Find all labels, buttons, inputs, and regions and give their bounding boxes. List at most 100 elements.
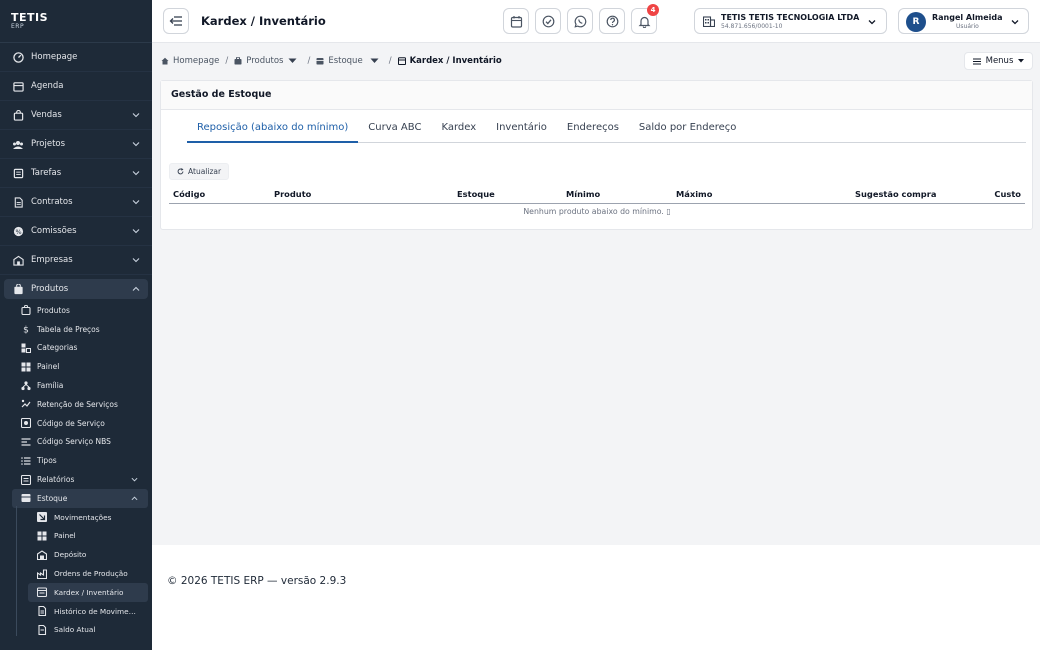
- sidebar-estoque-label: Kardex / Inventário: [54, 587, 124, 597]
- sidebar-item-label: Homepage: [31, 52, 78, 62]
- whatsapp-button[interactable]: [567, 8, 593, 34]
- card-title: Gestão de Estoque: [161, 81, 1032, 110]
- sidebar-subitem-painel[interactable]: Painel: [0, 357, 152, 376]
- sidebar-subitem-relatorios[interactable]: Relatórios: [0, 470, 152, 489]
- tab-inventario[interactable]: Inventário: [486, 119, 557, 143]
- sidebar-subitem-label: Estoque: [37, 493, 68, 503]
- svg-text:$: $: [23, 326, 29, 335]
- sidebar-subitem-familia[interactable]: Família: [0, 376, 152, 395]
- sidebar-subitem-estoque[interactable]: Estoque: [12, 488, 148, 508]
- chevron-down-icon: [132, 171, 140, 176]
- column-header-minimo[interactable]: Mínimo: [566, 189, 600, 199]
- warehouse-icon: [20, 493, 31, 504]
- sidebar-item-label: Projetos: [31, 139, 66, 149]
- breadcrumb-label: Kardex / Inventário: [409, 56, 502, 66]
- refresh-icon: [177, 168, 184, 175]
- chevron-down-icon: [131, 478, 138, 482]
- brand-logo[interactable]: TETIS ERP: [0, 0, 152, 43]
- sidebar-subitem-tabela-precos[interactable]: $ Tabela de Preços: [0, 320, 152, 339]
- toggle-sidebar-button[interactable]: [163, 8, 189, 34]
- sidebar-subitem-label: Código Serviço NBS: [37, 437, 111, 447]
- refresh-button[interactable]: Atualizar: [169, 163, 230, 180]
- company-name: TETIS TETIS TECNOLOGIA LTDA: [721, 13, 860, 22]
- breadcrumb-home[interactable]: Homepage: [161, 56, 219, 66]
- commission-icon: %: [12, 225, 24, 237]
- sidebar-subitem-label: Painel: [37, 362, 60, 372]
- sidebar-item-homepage[interactable]: Homepage: [0, 43, 152, 72]
- tab-curva-abc[interactable]: Curva ABC: [358, 119, 431, 143]
- sidebar-item-comissoes[interactable]: % Comissões: [0, 217, 152, 246]
- column-header-custo[interactable]: Custo: [994, 189, 1021, 199]
- sidebar-item-tarefas[interactable]: Tarefas: [0, 159, 152, 188]
- check-circle-icon: [542, 15, 554, 27]
- notifications-button[interactable]: 4: [631, 4, 659, 34]
- sidebar-estoque-label: Painel: [54, 531, 76, 541]
- sidebar-estoque-ordens-producao[interactable]: Ordens de Produção: [0, 564, 152, 583]
- sidebar-estoque-deposito[interactable]: Depósito: [0, 545, 152, 564]
- sidebar-estoque-painel[interactable]: Painel: [0, 527, 152, 546]
- sidebar-item-empresas[interactable]: Empresas: [0, 246, 152, 275]
- breadcrumb-label: Produtos: [246, 56, 284, 66]
- tab-enderecos[interactable]: Endereços: [557, 119, 629, 143]
- package-icon: [20, 305, 31, 316]
- sidebar-item-vendas[interactable]: Vendas: [0, 101, 152, 130]
- sidebar-estoque-saldo-atual[interactable]: Saldo Atual: [0, 621, 152, 640]
- breadcrumb-label: Estoque: [328, 56, 363, 66]
- column-header-estoque[interactable]: Estoque: [457, 189, 495, 199]
- column-header-maximo[interactable]: Máximo: [676, 189, 712, 199]
- help-button[interactable]: [599, 8, 625, 34]
- sidebar-estoque-movimentacoes[interactable]: Movimentações: [0, 508, 152, 527]
- breadcrumb-estoque[interactable]: Estoque: [316, 56, 379, 66]
- sidebar-subitem-label: Tipos: [37, 456, 57, 466]
- sidebar-subitem-categorias[interactable]: Categorias: [0, 339, 152, 358]
- breadcrumb-label: Homepage: [173, 56, 220, 66]
- chevron-up-icon: [132, 286, 140, 291]
- breadcrumb-produtos[interactable]: Produtos: [234, 56, 297, 66]
- tasks-button[interactable]: [535, 8, 561, 34]
- tab-kardex[interactable]: Kardex: [431, 119, 486, 143]
- gauge-icon: [12, 51, 24, 63]
- tab-saldo-endereco[interactable]: Saldo por Endereço: [629, 119, 746, 143]
- footer: © 2026 TETIS ERP — versão 2.9.3: [152, 545, 1040, 650]
- dashboard-icon: [20, 361, 31, 372]
- moon-icon: [672, 16, 678, 26]
- balance-icon: [37, 624, 47, 635]
- breadcrumb-separator: /: [225, 56, 229, 66]
- sidebar-item-contratos[interactable]: Contratos: [0, 188, 152, 217]
- column-header-codigo[interactable]: Código: [173, 189, 205, 199]
- chevron-up-icon: [131, 496, 138, 501]
- sidebar-item-projetos[interactable]: Projetos: [0, 130, 152, 159]
- user-menu[interactable]: R Rangel Almeida Usuário: [898, 8, 1029, 34]
- sidebar-item-produtos[interactable]: Produtos: [4, 279, 148, 299]
- notification-count-badge: 4: [647, 4, 659, 16]
- sidebar-item-agenda[interactable]: Agenda: [0, 72, 152, 101]
- tasks-icon: [12, 167, 24, 179]
- sidebar-subitem-codigo-nbs[interactable]: Código Serviço NBS: [0, 433, 152, 452]
- sidebar-subitem-retencao[interactable]: Retenção de Serviços: [0, 395, 152, 414]
- caret-down-icon: [1018, 59, 1025, 63]
- tab-bar: Reposição (abaixo do mínimo) Curva ABC K…: [187, 119, 1026, 143]
- sidebar-subitem-produtos[interactable]: Produtos: [0, 301, 152, 320]
- sidebar-estoque-historico[interactable]: Histórico de Movimentações: [0, 602, 152, 621]
- tab-reposicao[interactable]: Reposição (abaixo do mínimo): [187, 119, 359, 143]
- family-icon: [20, 380, 31, 391]
- sidebar-estoque-label: Histórico de Movimentações: [54, 606, 136, 616]
- calendar-button[interactable]: [503, 8, 529, 34]
- whatsapp-icon: [573, 15, 586, 28]
- chevron-down-icon: [132, 113, 140, 118]
- sidebar-subitem-codigo-servico[interactable]: Código de Serviço: [0, 414, 152, 433]
- service-code-icon: [20, 418, 31, 429]
- sidebar-subitem-label: Tabela de Preços: [37, 324, 100, 334]
- column-header-sugestao[interactable]: Sugestão compra: [855, 189, 936, 199]
- chevron-down-icon: [132, 142, 140, 147]
- page-title: Kardex / Inventário: [201, 14, 326, 28]
- sidebar-subitem-tipos[interactable]: Tipos: [0, 451, 152, 470]
- menus-button[interactable]: Menus: [964, 52, 1033, 70]
- dashboard-icon: [37, 531, 47, 541]
- shopping-bag-icon: [12, 109, 24, 121]
- sidebar-estoque-kardex[interactable]: Kardex / Inventário: [28, 582, 148, 602]
- sidebar-subitem-label: Família: [37, 381, 64, 391]
- column-header-produto[interactable]: Produto: [274, 189, 311, 199]
- company-selector[interactable]: TETIS TETIS TECNOLOGIA LTDA 54.871.656/0…: [694, 8, 887, 34]
- theme-toggle-button[interactable]: [663, 8, 689, 34]
